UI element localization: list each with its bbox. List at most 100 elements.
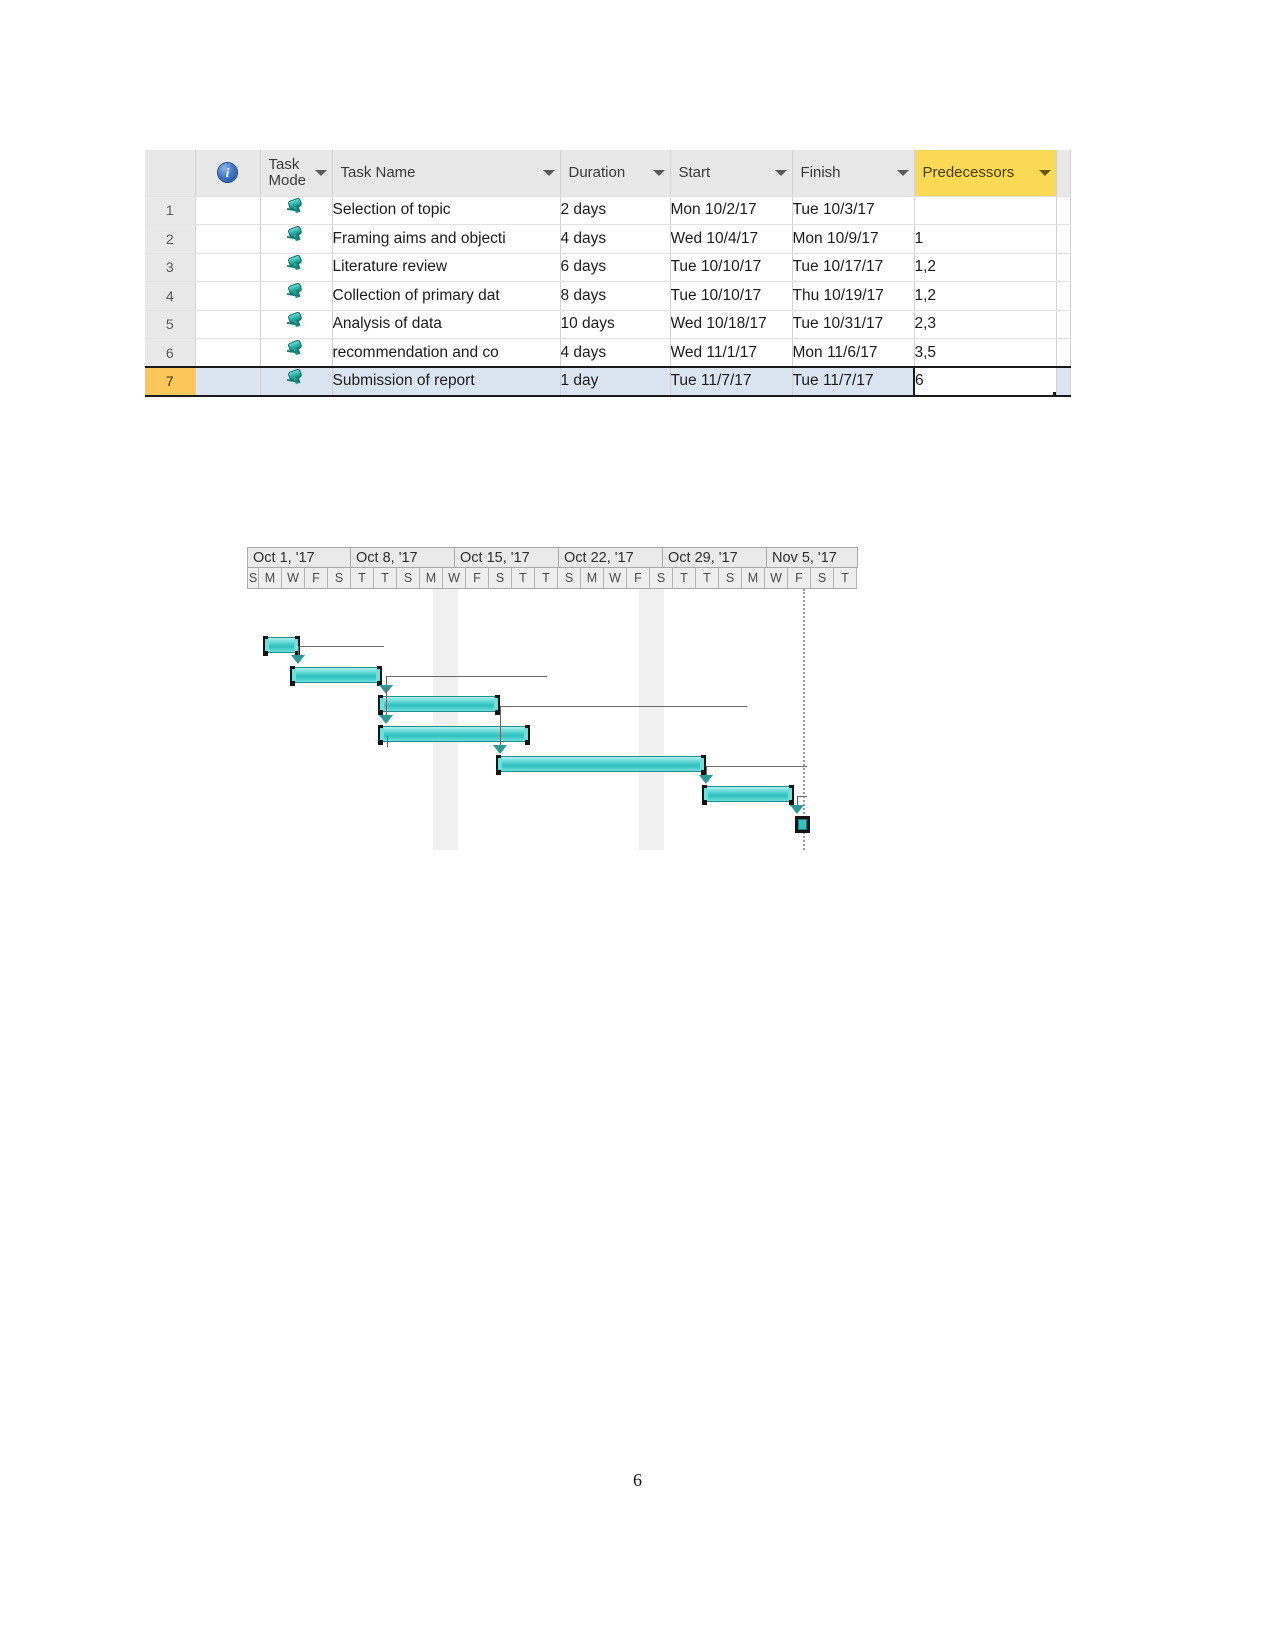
column-header-task-mode[interactable]: Task Mode xyxy=(260,150,333,197)
row-indicator-cell[interactable] xyxy=(195,253,261,282)
row-task-mode-cell[interactable] xyxy=(260,196,333,225)
table-row[interactable]: 5 Analysis of data 10 days Wed 10/18/17 Tue … xyxy=(145,310,1071,339)
row-start-cell[interactable]: Wed 10/18/17 xyxy=(670,310,793,339)
chevron-down-icon[interactable] xyxy=(774,169,787,176)
row-overflow-cell xyxy=(1056,196,1071,225)
row-predecessors-cell[interactable]: 6 xyxy=(913,366,1057,397)
row-task-name-cell[interactable]: recommendation and co xyxy=(332,338,561,368)
row-task-mode-cell[interactable] xyxy=(260,253,333,282)
dependency-arrow xyxy=(699,775,713,784)
row-duration-cell[interactable]: 4 days xyxy=(560,338,671,368)
row-task-name-cell[interactable]: Submission of report xyxy=(332,366,561,397)
row-indicator-cell[interactable] xyxy=(195,338,261,368)
dependency-arrow xyxy=(291,655,305,664)
row-number[interactable]: 7 xyxy=(145,366,196,397)
row-number[interactable]: 3 xyxy=(145,253,196,282)
row-task-mode-cell[interactable] xyxy=(260,281,333,311)
row-finish-cell[interactable]: Mon 11/6/17 xyxy=(792,338,915,368)
row-start-cell[interactable]: Tue 10/10/17 xyxy=(670,253,793,282)
gantt-bar[interactable] xyxy=(378,725,530,745)
gantt-bar[interactable] xyxy=(378,695,500,715)
row-number[interactable]: 6 xyxy=(145,338,196,368)
row-duration-cell[interactable]: 2 days xyxy=(560,196,671,225)
row-predecessors-cell[interactable]: 3,5 xyxy=(914,338,1057,368)
chevron-down-icon[interactable] xyxy=(314,169,327,176)
row-predecessors-cell[interactable] xyxy=(914,196,1057,225)
gantt-bar[interactable] xyxy=(263,636,300,656)
row-start-cell[interactable]: Wed 11/1/17 xyxy=(670,338,793,368)
chevron-down-icon[interactable] xyxy=(896,169,909,176)
gantt-chart[interactable]: Oct 1, '17 Oct 8, '17 Oct 15, '17 Oct 22, '… xyxy=(247,547,858,850)
gantt-bar[interactable] xyxy=(290,666,382,686)
fill-handle[interactable] xyxy=(1052,391,1055,394)
row-start-cell[interactable]: Mon 10/2/17 xyxy=(670,196,793,225)
chevron-down-icon[interactable] xyxy=(652,169,665,176)
row-number[interactable]: 2 xyxy=(145,224,196,254)
table-row[interactable]: 3 Literature review 6 days Tue 10/10/17 Tue … xyxy=(145,253,1071,282)
table-row[interactable]: 6 recommendation and co 4 days Wed 11/1/17 M… xyxy=(145,338,1071,368)
column-header-indicators[interactable]: i xyxy=(195,150,261,197)
gantt-bar[interactable] xyxy=(496,755,706,775)
row-duration-cell[interactable]: 10 days xyxy=(560,310,671,339)
row-duration-cell[interactable]: 4 days xyxy=(560,224,671,254)
row-predecessors-cell[interactable]: 1,2 xyxy=(914,281,1057,311)
task-table-body[interactable]: 1 Selection of topic 2 days Mon 10/2/17 Tue … xyxy=(145,196,1071,397)
row-start-cell[interactable]: Wed 10/4/17 xyxy=(670,224,793,254)
row-predecessors-cell[interactable]: 1 xyxy=(914,224,1057,254)
row-predecessors-cell[interactable]: 2,3 xyxy=(914,310,1057,339)
column-header-duration-label: Duration xyxy=(568,163,626,181)
row-task-mode-cell[interactable] xyxy=(260,338,333,368)
chevron-down-icon[interactable] xyxy=(1038,169,1051,176)
row-duration-cell[interactable]: 1 day xyxy=(560,366,671,397)
row-indicator-cell[interactable] xyxy=(195,310,261,339)
row-duration-cell[interactable]: 6 days xyxy=(560,253,671,282)
row-task-mode-cell[interactable] xyxy=(260,224,333,254)
gantt-bar[interactable] xyxy=(702,785,794,805)
row-indicator-cell[interactable] xyxy=(195,224,261,254)
row-task-mode-cell[interactable] xyxy=(260,366,333,397)
row-start-cell[interactable]: Tue 10/10/17 xyxy=(670,281,793,311)
task-table[interactable]: i Task Mode Task Name Duration Start Fin… xyxy=(145,150,1071,397)
table-row[interactable]: 1 Selection of topic 2 days Mon 10/2/17 Tue … xyxy=(145,196,1071,225)
table-row[interactable]: 2 Framing aims and objecti 4 days Wed 10/4/… xyxy=(145,224,1071,254)
row-finish-cell[interactable]: Tue 10/17/17 xyxy=(792,253,915,282)
column-header-rownum xyxy=(145,150,196,197)
row-finish-cell[interactable]: Tue 10/31/17 xyxy=(792,310,915,339)
row-start-cell[interactable]: Tue 11/7/17 xyxy=(670,366,793,397)
task-sheet[interactable]: i Task Mode Task Name Duration Start Fin… xyxy=(145,150,1071,397)
row-number[interactable]: 4 xyxy=(145,281,196,311)
column-header-duration[interactable]: Duration xyxy=(560,150,671,197)
row-indicator-cell[interactable] xyxy=(195,366,261,397)
column-header-start[interactable]: Start xyxy=(670,150,793,197)
row-finish-cell[interactable]: Tue 10/3/17 xyxy=(792,196,915,225)
nonworking-time-band xyxy=(448,589,458,850)
row-finish-cell[interactable]: Tue 11/7/17 xyxy=(792,366,915,397)
table-row[interactable]: 7 Submission of report 1 day Tue 11/7/17 Tue… xyxy=(145,366,1071,397)
gantt-bars-area[interactable] xyxy=(247,589,858,850)
gantt-day-label: S xyxy=(811,568,834,589)
row-task-name-cell[interactable]: Collection of primary dat xyxy=(332,281,561,311)
dependency-arrow xyxy=(790,805,804,814)
row-duration-cell[interactable]: 8 days xyxy=(560,281,671,311)
column-header-finish[interactable]: Finish xyxy=(792,150,915,197)
dependency-link xyxy=(500,706,501,747)
row-number[interactable]: 1 xyxy=(145,196,196,225)
row-task-name-cell[interactable]: Literature review xyxy=(332,253,561,282)
row-indicator-cell[interactable] xyxy=(195,281,261,311)
gantt-day-label: S xyxy=(397,568,420,589)
table-row[interactable]: 4 Collection of primary dat 8 days Tue 10/1… xyxy=(145,281,1071,311)
column-header-predecessors[interactable]: Predecessors xyxy=(914,150,1057,197)
column-header-task-name[interactable]: Task Name xyxy=(332,150,561,197)
row-task-mode-cell[interactable] xyxy=(260,310,333,339)
row-indicator-cell[interactable] xyxy=(195,196,261,225)
chevron-down-icon[interactable] xyxy=(542,169,555,176)
gantt-milestone[interactable] xyxy=(795,816,810,833)
row-finish-cell[interactable]: Mon 10/9/17 xyxy=(792,224,915,254)
gantt-day-header: SMWFSTTSMWFSTTSMWFSTTSMWFST xyxy=(247,568,858,589)
row-predecessors-cell[interactable]: 1,2 xyxy=(914,253,1057,282)
row-task-name-cell[interactable]: Framing aims and objecti xyxy=(332,224,561,254)
row-task-name-cell[interactable]: Analysis of data xyxy=(332,310,561,339)
row-finish-cell[interactable]: Thu 10/19/17 xyxy=(792,281,915,311)
row-task-name-cell[interactable]: Selection of topic xyxy=(332,196,561,225)
row-number[interactable]: 5 xyxy=(145,310,196,339)
